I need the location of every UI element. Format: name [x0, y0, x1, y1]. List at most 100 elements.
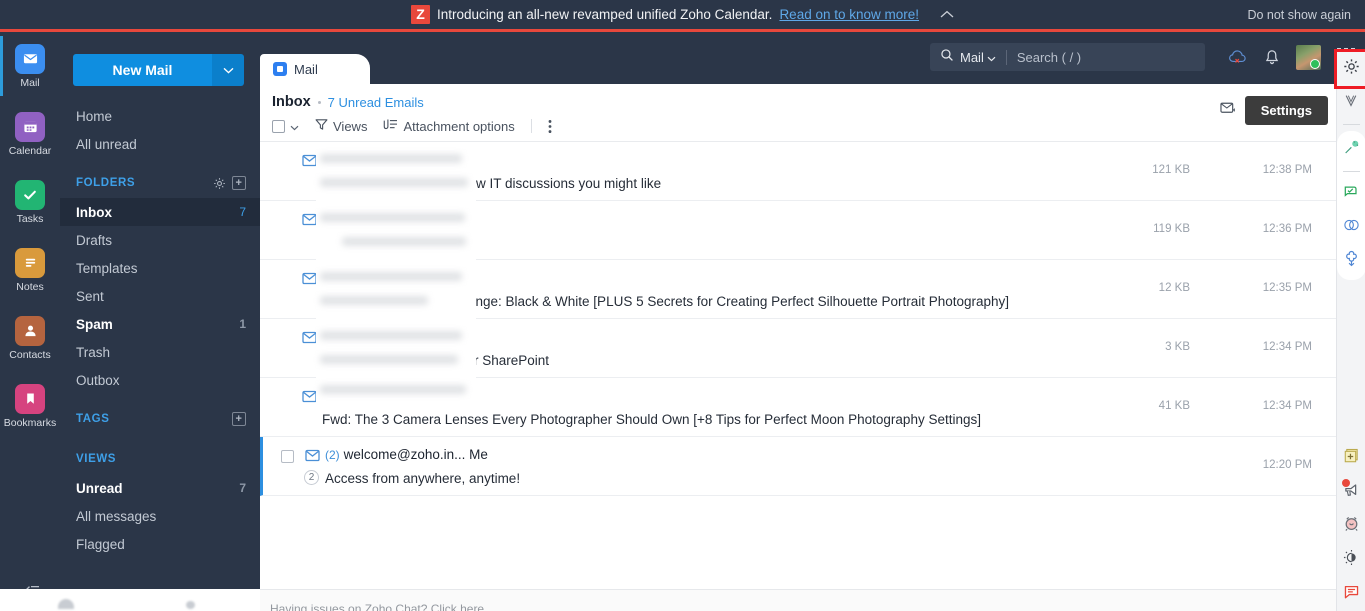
sidebar-item-label: Drafts: [76, 232, 113, 248]
zoho-flow-button[interactable]: [1337, 244, 1365, 278]
plus-icon[interactable]: +: [232, 176, 246, 190]
divider: [1342, 171, 1360, 172]
sidebar-item-sent[interactable]: Sent: [60, 282, 260, 310]
sidebar-item-bookmarks[interactable]: Bookmarks: [0, 372, 60, 440]
do-not-show-again-button[interactable]: Do not show again: [1247, 0, 1351, 29]
breadcrumb: Inbox 7 Unread Emails: [272, 94, 1324, 110]
table-row[interactable]: (2) welcome@zoho.in... Me 2 Access from …: [260, 437, 1336, 496]
table-row[interactable]: jannieplace@gmail.com Fwd: The 3 Camera …: [260, 378, 1336, 437]
email-subject: w IT discussions you might like: [476, 176, 662, 191]
zoho-projects-button[interactable]: [1337, 176, 1365, 210]
attachment-size: 12 KB: [1158, 282, 1190, 294]
attachment-options-button[interactable]: Attachment options: [383, 118, 515, 134]
zoho-connect-plug-icon: [1343, 140, 1359, 161]
sidebar-bottom-strip: [0, 589, 260, 611]
search-scope[interactable]: Mail: [960, 50, 996, 65]
zoho-link-button[interactable]: [1337, 210, 1365, 244]
zoho-flow-icon: [1343, 250, 1360, 272]
email-subject: Fwd: The 3 Camera Lenses Every Photograp…: [322, 412, 981, 427]
settings-gear-button[interactable]: [1333, 49, 1365, 89]
sidebar-item-inbox[interactable]: Inbox 7: [60, 198, 260, 226]
email-rows: w IT discussions you might like 121 KB 1…: [260, 142, 1336, 496]
unread-envelope-icon: [305, 449, 320, 467]
sidebar-item-all-messages[interactable]: All messages: [60, 502, 260, 530]
more-options-icon[interactable]: [548, 119, 552, 134]
sidebar-item-spam[interactable]: Spam 1: [60, 310, 260, 338]
views-section-title: VIEWS: [76, 453, 117, 465]
sidebar-item-contacts[interactable]: Contacts: [0, 304, 60, 372]
chevron-down-icon[interactable]: [212, 54, 244, 86]
search-input[interactable]: Mail Search ( / ): [930, 43, 1205, 71]
unread-count: 7: [239, 481, 246, 495]
table-row[interactable]: enge: Black & White [PLUS 5 Secrets for …: [260, 260, 1336, 319]
email-time: 12:38 PM: [1262, 164, 1312, 176]
sidebar-item-drafts[interactable]: Drafts: [60, 226, 260, 254]
status-text: Having issues on Zoho Chat? Click here: [270, 601, 485, 611]
sidebar-item-label: Home: [76, 108, 113, 124]
reminders-button[interactable]: [1337, 509, 1365, 543]
feedback-chat-icon: [1343, 584, 1360, 605]
gear-icon: [1343, 58, 1360, 80]
search-scope-label: Mail: [960, 49, 984, 65]
bell-icon[interactable]: [1264, 49, 1280, 66]
promo-banner-link[interactable]: Read on to know more!: [779, 7, 919, 22]
zoho-writer-icon-button[interactable]: [1337, 86, 1365, 120]
new-mail-button[interactable]: New Mail: [73, 54, 244, 86]
table-row[interactable]: 119 KB 12:36 PM: [260, 201, 1336, 260]
announcement-button[interactable]: [1337, 475, 1365, 509]
table-row[interactable]: r SharePoint 3 KB 12:34 PM: [260, 319, 1336, 378]
row-checkbox[interactable]: [281, 450, 294, 463]
zoho-writer-icon: [1343, 93, 1359, 114]
sidebar-item-label: Spam: [76, 316, 113, 332]
settings-tooltip: Settings: [1244, 96, 1328, 125]
unread-emails-link[interactable]: 7 Unread Emails: [328, 95, 424, 110]
avatar[interactable]: [1296, 44, 1321, 70]
sticky-note-add-button[interactable]: [1337, 441, 1365, 475]
views-label: Views: [333, 118, 368, 134]
sidebar-item-label: Sent: [76, 288, 104, 304]
top-bar: Mail Mail Search ( / ): [260, 32, 1365, 84]
select-all-checkbox[interactable]: [272, 119, 299, 134]
plus-icon[interactable]: +: [232, 412, 246, 426]
tab-mail[interactable]: Mail: [260, 54, 370, 84]
sidebar-item-all-unread[interactable]: All unread: [60, 130, 260, 158]
sidebar-item-outbox[interactable]: Outbox: [60, 366, 260, 394]
chevron-up-icon[interactable]: [940, 7, 954, 22]
mark-as-read-icon[interactable]: [1219, 100, 1237, 121]
divider: [530, 119, 532, 133]
sidebar-item-label: All messages: [76, 508, 157, 524]
status-bar: Having issues on Zoho Chat? Click here: [260, 589, 1336, 611]
sidebar-item-unread[interactable]: Unread 7: [60, 474, 260, 502]
redacted-overlay: [316, 260, 476, 319]
cloud-offline-icon[interactable]: [1228, 49, 1248, 65]
page-title: Inbox: [272, 94, 311, 110]
sidebar-item-calendar[interactable]: Calendar: [0, 100, 60, 168]
sidebar-item-mail[interactable]: Mail: [0, 32, 60, 100]
sidebar-item-label: Bookmarks: [3, 416, 57, 429]
zoho-connect-plug-button[interactable]: [1337, 133, 1365, 167]
email-time: 12:20 PM: [1262, 459, 1312, 471]
sidebar-item-templates[interactable]: Templates: [60, 254, 260, 282]
redacted-overlay: [316, 319, 476, 378]
mail-icon: [15, 43, 45, 74]
check-icon: [15, 179, 45, 210]
views-section-header: VIEWS: [60, 444, 260, 474]
sidebar-item-notes[interactable]: Notes: [0, 236, 60, 304]
sidebar-item-home[interactable]: Home: [60, 102, 260, 130]
sidebar-item-flagged[interactable]: Flagged: [60, 530, 260, 558]
views-button[interactable]: Views: [315, 118, 367, 134]
sidebar-item-tasks[interactable]: Tasks: [0, 168, 60, 236]
unread-envelope-icon: [302, 390, 317, 408]
feedback-button[interactable]: [1337, 577, 1365, 611]
divider: [1342, 124, 1360, 125]
theme-button[interactable]: [1337, 543, 1365, 577]
promo-banner: Z Introducing an all-new revamped unifie…: [0, 0, 1365, 32]
gear-icon[interactable]: [213, 177, 226, 190]
table-row[interactable]: w IT discussions you might like 121 KB 1…: [260, 142, 1336, 201]
unread-envelope-icon: [302, 331, 317, 349]
divider: [1005, 49, 1007, 65]
sidebar-item-trash[interactable]: Trash: [60, 338, 260, 366]
list-header-right: Settings: [1219, 96, 1328, 125]
promo-banner-text: Introducing an all-new revamped unified …: [436, 7, 773, 22]
attachment-options-label: Attachment options: [403, 118, 515, 134]
